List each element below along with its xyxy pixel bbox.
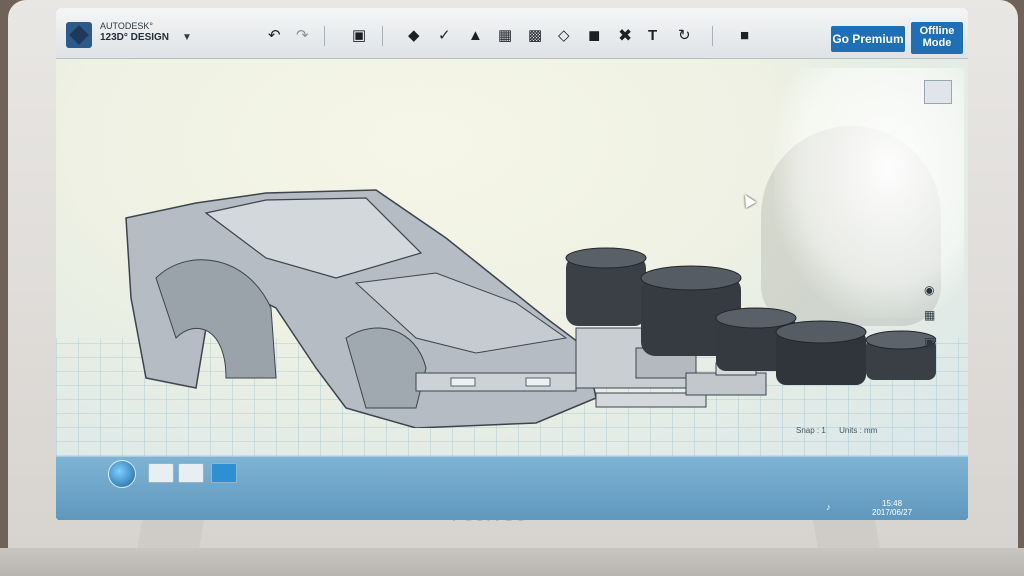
main-toolbar: AUTODESK° 123D° DESIGN ▼ ↶ ↷ ▣ ◆ ✓ ▲ ▦ ▩…	[56, 8, 968, 59]
clock-date: 2017/06/27	[872, 508, 913, 517]
text-icon[interactable]: T	[648, 28, 657, 44]
import-icon[interactable]: ▣	[352, 28, 366, 44]
pattern-icon[interactable]: ▩	[528, 28, 542, 44]
tire-model-4[interactable]	[775, 320, 867, 385]
construct-icon[interactable]: ▲	[468, 28, 483, 44]
grouping-icon[interactable]: ◇	[558, 28, 570, 44]
volume-icon[interactable]: ♪	[826, 502, 831, 512]
tire-model-1[interactable]	[565, 247, 647, 326]
app-logo-line2: 123D° DESIGN	[100, 32, 170, 43]
windows-taskbar: ♪ 15:48 2017/06/27	[56, 456, 968, 520]
offline-mode-button[interactable]: Offline Mode	[911, 22, 963, 54]
go-premium-button[interactable]: Go Premium	[831, 26, 905, 52]
material-icon[interactable]: ■	[740, 28, 749, 44]
taskbar-folder-icon[interactable]	[178, 463, 204, 483]
start-button[interactable]	[108, 460, 136, 488]
modify-icon[interactable]: ▦	[498, 28, 512, 44]
taskbar-explorer-icon[interactable]	[148, 463, 174, 483]
app-logo-line1: AUTODESK°	[100, 21, 153, 31]
viewcube[interactable]	[924, 80, 952, 104]
sketch-icon[interactable]: ✓	[438, 28, 451, 44]
taskbar-123d-icon[interactable]	[211, 463, 237, 483]
app-window: AUTODESK° 123D° DESIGN ▼ ↶ ↷ ▣ ◆ ✓ ▲ ▦ ▩…	[56, 8, 968, 456]
app-logo[interactable]: AUTODESK° 123D° DESIGN	[100, 21, 169, 43]
material-view-icon[interactable]: ▦	[924, 308, 935, 322]
screen: AUTODESK° 123D° DESIGN ▼ ↶ ↷ ▣ ◆ ✓ ▲ ▦ ▩…	[56, 8, 968, 520]
eye-icon[interactable]: ◉	[924, 283, 934, 297]
status-bar: Snap : 1 Units : mm	[796, 426, 877, 435]
measure-icon[interactable]: ✖	[618, 27, 632, 44]
toolbar-divider	[712, 26, 713, 46]
car-body-model[interactable]	[125, 189, 597, 428]
model-scene[interactable]	[116, 178, 936, 428]
toolbar-divider	[324, 26, 325, 46]
undo-icon[interactable]: ↶	[268, 28, 281, 44]
toolbar-divider	[382, 26, 383, 46]
app-menu-chevron-icon[interactable]: ▼	[182, 32, 192, 43]
combine-icon[interactable]: ◼	[588, 28, 600, 44]
primitives-icon[interactable]: ◆	[408, 28, 420, 44]
app-logo-icon[interactable]	[66, 22, 92, 48]
laptop-base	[0, 548, 1024, 576]
snap-icon[interactable]: ↻	[678, 28, 691, 44]
redo-icon[interactable]: ↷	[296, 28, 309, 44]
snap-value[interactable]: Snap : 1	[796, 426, 826, 435]
clock-time: 15:48	[882, 499, 903, 508]
grid-toggle-icon[interactable]: ▣	[924, 335, 935, 349]
units-value[interactable]: Units : mm	[839, 426, 877, 435]
clock[interactable]: 15:48 2017/06/27	[872, 499, 912, 517]
